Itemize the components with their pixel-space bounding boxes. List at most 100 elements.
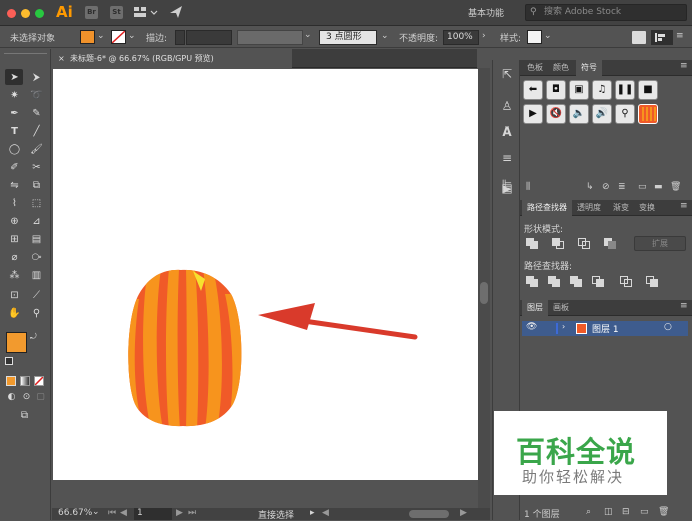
ellipse-tool-icon[interactable]: ◯ xyxy=(8,143,21,156)
volume-high-icon[interactable]: 🔊 xyxy=(592,104,612,124)
selection-tool-icon[interactable]: ➤ xyxy=(8,71,21,84)
eyedropper-tool-icon[interactable]: ⌀ xyxy=(8,251,21,264)
layer-row[interactable]: 👁 › 图层 1 ○ xyxy=(522,321,688,336)
chevron-down-icon[interactable]: ⌄ xyxy=(304,30,314,45)
graphic-style-swatch[interactable] xyxy=(527,30,542,44)
chevron-down-icon[interactable]: ⌄ xyxy=(128,31,136,41)
new-sublayer-icon[interactable]: ⊟ xyxy=(622,507,630,517)
chevron-down-icon[interactable]: ⌄ xyxy=(381,31,389,41)
perspective-grid-tool-icon[interactable]: ⊿ xyxy=(30,215,43,228)
draw-normal-icon[interactable]: ◐ xyxy=(5,391,18,404)
tab-gradient[interactable]: 渐变 xyxy=(608,200,634,216)
paintbrush-tool-icon[interactable]: 🖌 xyxy=(30,143,43,156)
stroke-weight-field[interactable] xyxy=(186,30,232,45)
shape-builder-tool-icon[interactable]: ⊕ xyxy=(8,215,21,228)
document-tab[interactable]: × 未标题-6* @ 66.67% (RGB/GPU 预览) xyxy=(52,49,292,68)
tab-transform[interactable]: 变换 xyxy=(634,200,660,216)
close-window-button[interactable] xyxy=(7,9,16,18)
scroll-left-icon[interactable]: ◀ xyxy=(322,508,329,518)
scroll-right-icon[interactable]: ▶ xyxy=(460,508,467,518)
stroke-swatch[interactable] xyxy=(111,30,126,44)
scissors-tool-icon[interactable]: ✂ xyxy=(30,161,43,174)
draw-inside-icon[interactable]: ▢ xyxy=(34,391,47,404)
new-symbol-icon[interactable]: ▭ xyxy=(638,182,647,192)
next-artboard-icon[interactable]: ▶ xyxy=(176,508,183,518)
crop-icon[interactable] xyxy=(592,276,604,287)
column-graph-tool-icon[interactable]: ▥ xyxy=(30,269,43,282)
stroke-weight-stepper[interactable] xyxy=(175,30,185,45)
st-icon[interactable]: St xyxy=(110,6,123,19)
target-circle-icon[interactable]: ○ xyxy=(664,322,672,332)
reflect-tool-icon[interactable]: ⇋ xyxy=(8,179,21,192)
chevron-down-icon[interactable]: ⌄ xyxy=(97,31,105,41)
symbol-sprayer-tool-icon[interactable]: ⁂ xyxy=(8,269,21,282)
magic-wand-tool-icon[interactable]: ✷ xyxy=(8,89,21,102)
artboard-tool-icon[interactable]: ⊡ xyxy=(8,289,21,302)
tab-symbols[interactable]: 符号 xyxy=(576,60,602,76)
artboard-number[interactable]: 1 xyxy=(134,508,172,520)
locate-object-icon[interactable]: ⌕ xyxy=(586,507,591,517)
symbol-libraries-icon[interactable]: ⫼ xyxy=(526,182,530,192)
free-transform-tool-icon[interactable]: ⬚ xyxy=(30,197,43,210)
break-link-icon[interactable]: ⊘ xyxy=(602,182,610,192)
intersect-icon[interactable] xyxy=(578,238,590,249)
last-artboard-icon[interactable]: ⏭ xyxy=(188,508,196,518)
puppet-warp-tool-icon[interactable]: ⌇ xyxy=(8,197,21,210)
panel-menu-icon[interactable]: ≡ xyxy=(680,201,688,211)
type-tool-icon[interactable]: T xyxy=(8,125,21,138)
film-icon[interactable]: ▣ xyxy=(569,80,589,100)
br-icon[interactable]: Br xyxy=(85,6,98,19)
mute-icon[interactable]: 🔇 xyxy=(546,104,566,124)
scale-tool-icon[interactable]: ⧉ xyxy=(30,179,43,192)
minus-front-icon[interactable] xyxy=(552,238,564,249)
gradient-tool-icon[interactable]: ▤ xyxy=(30,233,43,246)
volume-low-icon[interactable]: 🔈 xyxy=(569,104,589,124)
tools-panel-grip[interactable] xyxy=(4,53,47,57)
divide-icon[interactable] xyxy=(526,276,538,287)
arrow-left-icon[interactable]: ⬅ xyxy=(523,80,543,100)
variable-width-profile[interactable] xyxy=(237,30,303,45)
fill-color-box[interactable] xyxy=(6,332,27,353)
arrange-documents-icon[interactable] xyxy=(134,6,158,18)
zoom-tool-icon[interactable]: ⚲ xyxy=(30,307,43,320)
screen-mode-icon[interactable]: ⧉ xyxy=(18,409,31,422)
orange-pattern-icon[interactable] xyxy=(638,104,658,124)
zoom-level[interactable]: 66.67% xyxy=(58,508,92,518)
close-tab-icon[interactable]: × xyxy=(58,49,65,68)
blend-tool-icon[interactable]: ⧂ xyxy=(30,251,43,264)
minus-back-icon[interactable] xyxy=(646,276,658,287)
mesh-tool-icon[interactable]: ⊞ xyxy=(8,233,21,246)
lasso-tool-icon[interactable]: ➰ xyxy=(30,89,43,102)
panel-menu-icon[interactable]: ≡ xyxy=(676,31,684,41)
fill-swatch[interactable] xyxy=(80,30,95,44)
align-icon[interactable] xyxy=(651,30,673,45)
draw-behind-icon[interactable]: ⊙ xyxy=(20,391,33,404)
send-icon[interactable] xyxy=(169,5,183,22)
tab-swatches[interactable]: 色板 xyxy=(522,60,548,76)
search-icon[interactable]: ⚲ xyxy=(615,104,635,124)
new-layer-icon[interactable]: ▭ xyxy=(640,507,649,517)
pumpkin-shape[interactable] xyxy=(123,264,253,434)
default-colors-icon[interactable] xyxy=(5,357,13,365)
none-mode-icon[interactable] xyxy=(34,376,44,386)
shaper-tool-icon[interactable]: ✐ xyxy=(8,161,21,174)
trim-icon[interactable] xyxy=(548,276,560,287)
layer-name[interactable]: 图层 1 xyxy=(592,322,619,335)
camera-icon[interactable]: ◘ xyxy=(546,80,566,100)
minimize-window-button[interactable] xyxy=(21,9,30,18)
music-icon[interactable]: ♫ xyxy=(592,80,612,100)
tab-pathfinder[interactable]: 路径查找器 xyxy=(522,200,572,216)
color-mode-icon[interactable] xyxy=(6,376,16,386)
previous-artboard-icon[interactable]: ◀ xyxy=(120,508,127,518)
delete-icon[interactable]: 🗑 xyxy=(658,507,669,517)
gradient-mode-icon[interactable] xyxy=(20,376,30,386)
place-symbol-icon[interactable]: ↳ xyxy=(586,182,594,192)
red-arrow[interactable] xyxy=(258,303,418,340)
stock-search-field[interactable]: ⚲ 搜索 Adobe Stock xyxy=(525,4,687,21)
panel-menu-icon[interactable]: ≡ xyxy=(680,61,688,71)
outline-icon[interactable] xyxy=(620,276,632,287)
expand-button[interactable]: 扩展 xyxy=(634,236,686,251)
document-setup-icon[interactable] xyxy=(632,31,646,44)
tab-artboards[interactable]: 画板 xyxy=(548,300,574,316)
exclude-icon[interactable] xyxy=(604,238,616,249)
